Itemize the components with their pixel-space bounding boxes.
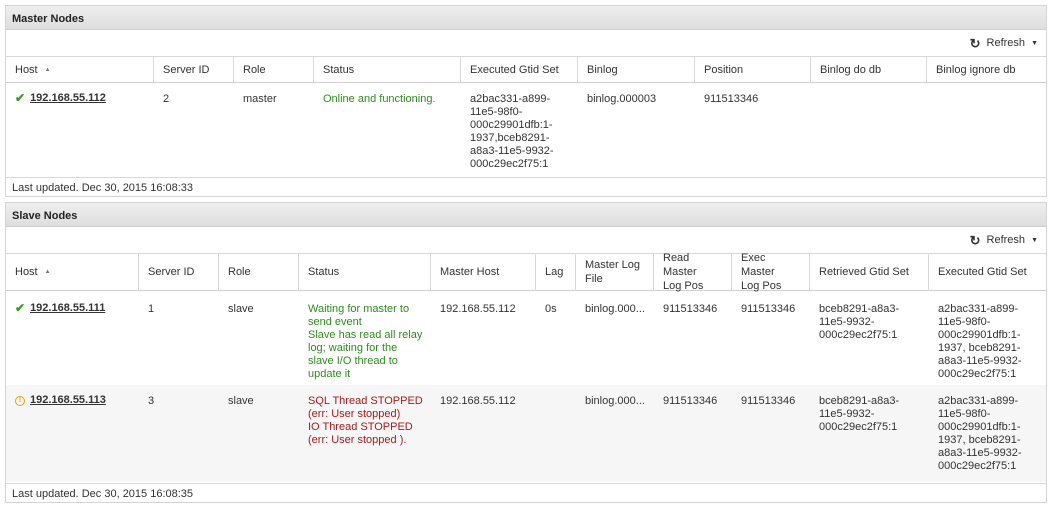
refresh-label: Refresh (986, 37, 1026, 49)
master-log-file-cell: binlog.000... (585, 395, 645, 407)
host-cell: ✔ 192.168.55.112 (15, 92, 106, 105)
col-header-executed-gtid-set[interactable]: Executed Gtid Set (928, 254, 1046, 290)
read-master-log-pos-cell: 911513346 (663, 395, 718, 407)
col-header-host[interactable]: Host ▲ (6, 57, 153, 82)
master-log-file-cell: binlog.000... (585, 303, 645, 315)
col-header-retrieved-gtid-set[interactable]: Retrieved Gtid Set (809, 254, 928, 290)
master-last-updated: Last updated. Dec 30, 2015 16:08:33 (6, 177, 1046, 196)
caret-down-icon: ▼ (1031, 39, 1038, 47)
retrieved-gtid-cell: bceb8291-a8a3- 11e5-9932- 000c29ec2f75:1 (819, 303, 900, 341)
role-cell: slave (228, 303, 254, 315)
host-link[interactable]: 192.168.55.113 (30, 394, 106, 407)
host-cell: ✔ 192.168.55.111 (15, 302, 105, 315)
col-header-status[interactable]: Status (298, 254, 430, 290)
master-nodes-panel: Master Nodes ↻ Refresh ▼ Host ▲ Server I… (5, 5, 1047, 197)
sort-ascending-icon: ▲ (44, 66, 51, 73)
col-header-binlog-do-db[interactable]: Binlog do db (810, 57, 926, 82)
master-nodes-title: Master Nodes (6, 6, 1046, 30)
col-header-master-log-file[interactable]: Master Log File (575, 254, 653, 290)
col-header-exec-master-log-pos[interactable]: Exec Master Log Pos (731, 252, 809, 292)
sort-ascending-icon: ▲ (44, 269, 51, 275)
slave-refresh-button[interactable]: ↻ Refresh ▼ (969, 232, 1038, 248)
master-toolbar: ↻ Refresh ▼ (6, 30, 1046, 55)
binlog-cell: binlog.000003 (587, 93, 657, 105)
check-icon: ✔ (15, 301, 26, 315)
col-header-position[interactable]: Position (694, 57, 810, 82)
slave-table-header: Host ▲ Server ID Role Status Master Host… (6, 252, 1046, 292)
master-refresh-button[interactable]: ↻ Refresh ▼ (969, 35, 1038, 51)
slave-nodes-panel: Slave Nodes ↻ Refresh ▼ Host ▲ Server ID… (5, 202, 1047, 503)
refresh-label: Refresh (986, 234, 1026, 246)
lag-cell: 0s (545, 303, 557, 315)
executed-gtid-cell: a2bac331-a899- 11e5-98f0- 000c29901dfb:1… (470, 93, 554, 170)
refresh-icon: ↻ (969, 35, 981, 51)
status-cell: SQL Thread STOPPED (err: User stopped) I… (308, 395, 423, 446)
master-table-header: Host ▲ Server ID Role Status Executed Gt… (6, 56, 1046, 83)
executed-gtid-cell: a2bac331-a899- 11e5-98f0- 000c29901dfb:1… (938, 395, 1022, 472)
col-header-read-master-log-pos[interactable]: Read Master Log Pos (653, 252, 731, 292)
master-host-cell: 192.168.55.112 (440, 303, 516, 315)
warning-icon: ! (15, 395, 25, 406)
check-icon: ✔ (15, 91, 26, 105)
read-master-log-pos-cell: 911513346 (663, 303, 718, 315)
host-link[interactable]: 192.168.55.112 (30, 92, 106, 105)
exec-master-log-pos-cell: 911513346 (741, 303, 796, 315)
col-header-role[interactable]: Role (233, 57, 313, 82)
slave-toolbar: ↻ Refresh ▼ (6, 227, 1046, 252)
exec-master-log-pos-cell: 911513346 (741, 395, 796, 407)
host-link[interactable]: 192.168.55.111 (30, 302, 105, 315)
col-header-lag[interactable]: Lag (535, 254, 575, 290)
table-row[interactable]: ! 192.168.55.113 3 slave SQL Thread STOP… (6, 385, 1046, 482)
executed-gtid-cell: a2bac331-a899- 11e5-98f0- 000c29901dfb:1… (938, 303, 1022, 380)
table-row[interactable]: ✔ 192.168.55.112 2 master Online and fun… (6, 84, 1046, 176)
col-header-binlog-ignore-db[interactable]: Binlog ignore db (926, 57, 1046, 82)
server-id-cell: 2 (163, 93, 170, 105)
table-row[interactable]: ✔ 192.168.55.111 1 slave Waiting for mas… (6, 292, 1046, 385)
status-cell: Online and functioning. (323, 93, 436, 105)
server-id-cell: 3 (148, 395, 155, 407)
caret-down-icon: ▼ (1031, 236, 1038, 244)
col-header-executed-gtid-set[interactable]: Executed Gtid Set (460, 57, 577, 82)
col-header-server-id[interactable]: Server ID (138, 254, 218, 290)
position-cell: 911513346 (704, 93, 759, 105)
retrieved-gtid-cell: bceb8291-a8a3- 11e5-9932- 000c29ec2f75:1 (819, 395, 900, 433)
master-host-cell: 192.168.55.112 (440, 395, 516, 407)
col-header-host[interactable]: Host ▲ (6, 254, 138, 290)
col-header-server-id[interactable]: Server ID (153, 57, 233, 82)
server-id-cell: 1 (148, 303, 155, 315)
col-header-master-host[interactable]: Master Host (430, 254, 535, 290)
col-header-status[interactable]: Status (313, 57, 460, 82)
slave-last-updated: Last updated. Dec 30, 2015 16:08:35 (6, 483, 1046, 502)
col-header-binlog[interactable]: Binlog (577, 57, 694, 82)
status-cell: Waiting for master to send event Slave h… (308, 303, 423, 380)
slave-nodes-title: Slave Nodes (6, 203, 1046, 227)
col-header-role[interactable]: Role (218, 254, 298, 290)
refresh-icon: ↻ (969, 232, 981, 248)
role-cell: master (243, 93, 277, 105)
host-cell: ! 192.168.55.113 (15, 394, 106, 407)
role-cell: slave (228, 395, 254, 407)
